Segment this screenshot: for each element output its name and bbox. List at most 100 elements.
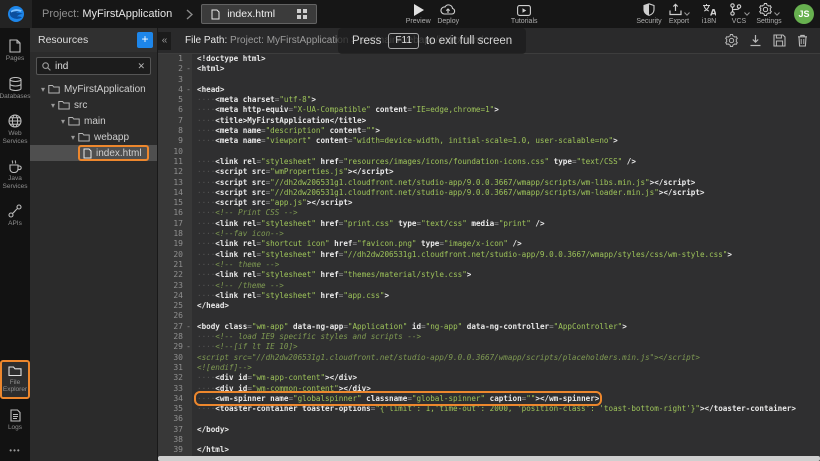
code-line[interactable] bbox=[192, 435, 820, 445]
vcs-button[interactable]: VCS bbox=[724, 3, 754, 26]
sidebar-item-pages[interactable]: Pages bbox=[0, 36, 30, 67]
code-line[interactable]: ····<!-- theme --> bbox=[192, 260, 820, 270]
code-line[interactable]: ····<toaster-container toaster-options="… bbox=[192, 404, 820, 414]
expand-arrow-icon[interactable]: ▾ bbox=[58, 117, 68, 126]
code-line[interactable]: ····<meta name="description" content=""> bbox=[192, 126, 820, 136]
tree-item-MyFirstApplication[interactable]: ▾MyFirstApplication bbox=[30, 81, 157, 97]
code-line[interactable]: ····<meta http-equiv="X-UA-Compatible" c… bbox=[192, 105, 820, 115]
sidebar-item-logs[interactable]: Logs bbox=[0, 406, 30, 436]
gutter-line[interactable]: 37 bbox=[158, 425, 192, 435]
sidebar-item-java-services[interactable]: Java Services bbox=[0, 156, 30, 194]
sidebar-item-file-explorer[interactable]: File Explorer bbox=[0, 360, 30, 399]
code-lines[interactable]: <!doctype html><html> <head>····<meta cha… bbox=[192, 54, 820, 456]
code-area[interactable]: 12-34-5678910111213141516171819202122232… bbox=[158, 54, 820, 456]
code-line[interactable] bbox=[192, 75, 820, 85]
code-line[interactable]: <html> bbox=[192, 64, 820, 74]
code-line[interactable]: ····<link rel="stylesheet" href="themes/… bbox=[192, 270, 820, 280]
user-avatar[interactable]: JS bbox=[794, 4, 814, 24]
gutter-line[interactable]: 23 bbox=[158, 281, 192, 291]
settings-button[interactable]: Settings bbox=[754, 3, 784, 26]
gutter-line[interactable]: 2- bbox=[158, 64, 192, 74]
collapse-panel-button[interactable]: « bbox=[158, 32, 171, 50]
gutter-line[interactable]: 5 bbox=[158, 95, 192, 105]
code-line[interactable] bbox=[192, 414, 820, 424]
code-line[interactable]: ····<link rel="stylesheet" href="print.c… bbox=[192, 219, 820, 229]
gutter-line[interactable]: 28 bbox=[158, 332, 192, 342]
code-line[interactable] bbox=[192, 311, 820, 321]
gutter-line[interactable]: 38 bbox=[158, 435, 192, 445]
gutter-line[interactable]: 8 bbox=[158, 126, 192, 136]
gutter-line[interactable]: 18 bbox=[158, 229, 192, 239]
delete-trash-icon[interactable] bbox=[797, 34, 808, 47]
resource-search[interactable]: ✕ bbox=[36, 57, 151, 75]
sidebar-item-web-services[interactable]: Web Services bbox=[0, 111, 30, 149]
code-line[interactable]: ····<link rel="stylesheet" href="app.css… bbox=[192, 291, 820, 301]
gutter-line[interactable]: 12 bbox=[158, 167, 192, 177]
security-button[interactable]: Security bbox=[634, 3, 664, 26]
code-line[interactable]: ····<meta name="viewport" content="width… bbox=[192, 136, 820, 146]
editor-settings-gear-icon[interactable] bbox=[725, 34, 738, 47]
fold-marker-icon[interactable]: - bbox=[186, 64, 191, 74]
code-line[interactable]: <!doctype html> bbox=[192, 54, 820, 64]
code-line[interactable] bbox=[192, 147, 820, 157]
gutter-line[interactable]: 34 bbox=[158, 394, 192, 404]
i18n-button[interactable]: A i18N bbox=[694, 3, 724, 26]
code-line[interactable]: <head> bbox=[192, 85, 820, 95]
download-icon[interactable] bbox=[749, 34, 762, 47]
code-line[interactable]: ····<!-- load IE9 specific styles and sc… bbox=[192, 332, 820, 342]
gutter-line[interactable]: 27- bbox=[158, 322, 192, 332]
clear-search-icon[interactable]: ✕ bbox=[137, 61, 145, 72]
line-number-gutter[interactable]: 12-34-5678910111213141516171819202122232… bbox=[158, 54, 192, 456]
gutter-line[interactable]: 6 bbox=[158, 105, 192, 115]
deploy-button[interactable]: Deploy bbox=[433, 3, 463, 26]
gutter-line[interactable]: 36 bbox=[158, 414, 192, 424]
gutter-line[interactable]: 35 bbox=[158, 404, 192, 414]
gutter-line[interactable]: 17 bbox=[158, 219, 192, 229]
code-line[interactable]: ····<wm-spinner name="globalspinner" cla… bbox=[192, 394, 820, 404]
tab-index-html[interactable]: index.html bbox=[201, 4, 317, 24]
gutter-line[interactable]: 13 bbox=[158, 178, 192, 188]
gutter-line[interactable]: 25 bbox=[158, 301, 192, 311]
expand-arrow-icon[interactable]: ▾ bbox=[48, 101, 58, 110]
code-line[interactable]: ····<link rel="stylesheet" href="resourc… bbox=[192, 157, 820, 167]
more-options-button[interactable]: ••• bbox=[9, 446, 20, 455]
gutter-line[interactable]: 7 bbox=[158, 116, 192, 126]
gutter-line[interactable]: 39 bbox=[158, 445, 192, 455]
gutter-line[interactable]: 4- bbox=[158, 85, 192, 95]
fold-marker-icon[interactable]: - bbox=[186, 322, 191, 332]
preview-button[interactable]: Preview bbox=[403, 3, 433, 26]
code-line[interactable]: ····<link rel="shortcut icon" href="favi… bbox=[192, 239, 820, 249]
code-line[interactable]: ····<title>MyFirstApplication</title> bbox=[192, 116, 820, 126]
gutter-line[interactable]: 26 bbox=[158, 311, 192, 321]
code-line[interactable]: </body> bbox=[192, 425, 820, 435]
code-line[interactable]: <script src="//dh2dw206531g1.cloudfront.… bbox=[192, 353, 820, 363]
project-label[interactable]: Project: MyFirstApplication bbox=[42, 8, 172, 20]
gutter-line[interactable]: 30 bbox=[158, 353, 192, 363]
expand-arrow-icon[interactable]: ▾ bbox=[68, 133, 78, 142]
save-icon[interactable] bbox=[773, 34, 786, 47]
code-line[interactable]: ····<meta charset="utf-8"> bbox=[192, 95, 820, 105]
code-line[interactable]: ····<link rel="stylesheet" href="//dh2dw… bbox=[192, 250, 820, 260]
horizontal-scrollbar[interactable] bbox=[158, 456, 820, 461]
tree-item-index.html[interactable]: index.html bbox=[30, 145, 157, 161]
gutter-line[interactable]: 32 bbox=[158, 373, 192, 383]
export-button[interactable]: Export bbox=[664, 3, 694, 26]
gutter-line[interactable]: 24 bbox=[158, 291, 192, 301]
code-line[interactable]: </html> bbox=[192, 445, 820, 455]
code-line[interactable]: <body class="wm-app" data-ng-app="Applic… bbox=[192, 322, 820, 332]
fold-marker-icon[interactable]: - bbox=[186, 85, 191, 95]
gutter-line[interactable]: 29- bbox=[158, 342, 192, 352]
gutter-line[interactable]: 15 bbox=[158, 198, 192, 208]
code-line[interactable]: ····<script src="//dh2dw206531g1.cloudfr… bbox=[192, 188, 820, 198]
code-line[interactable]: ····<script src="wmProperties.js"></scri… bbox=[192, 167, 820, 177]
grid-icon[interactable] bbox=[297, 9, 307, 19]
tree-item-webapp[interactable]: ▾webapp bbox=[30, 129, 157, 145]
gutter-line[interactable]: 9 bbox=[158, 136, 192, 146]
app-logo[interactable] bbox=[0, 0, 32, 28]
gutter-line[interactable]: 19 bbox=[158, 239, 192, 249]
code-line[interactable]: ····<!--[if lt IE 10]> bbox=[192, 342, 820, 352]
gutter-line[interactable]: 3 bbox=[158, 75, 192, 85]
gutter-line[interactable]: 31 bbox=[158, 363, 192, 373]
code-line[interactable]: ····<script src="app.js"></script> bbox=[192, 198, 820, 208]
expand-arrow-icon[interactable]: ▾ bbox=[38, 85, 48, 94]
